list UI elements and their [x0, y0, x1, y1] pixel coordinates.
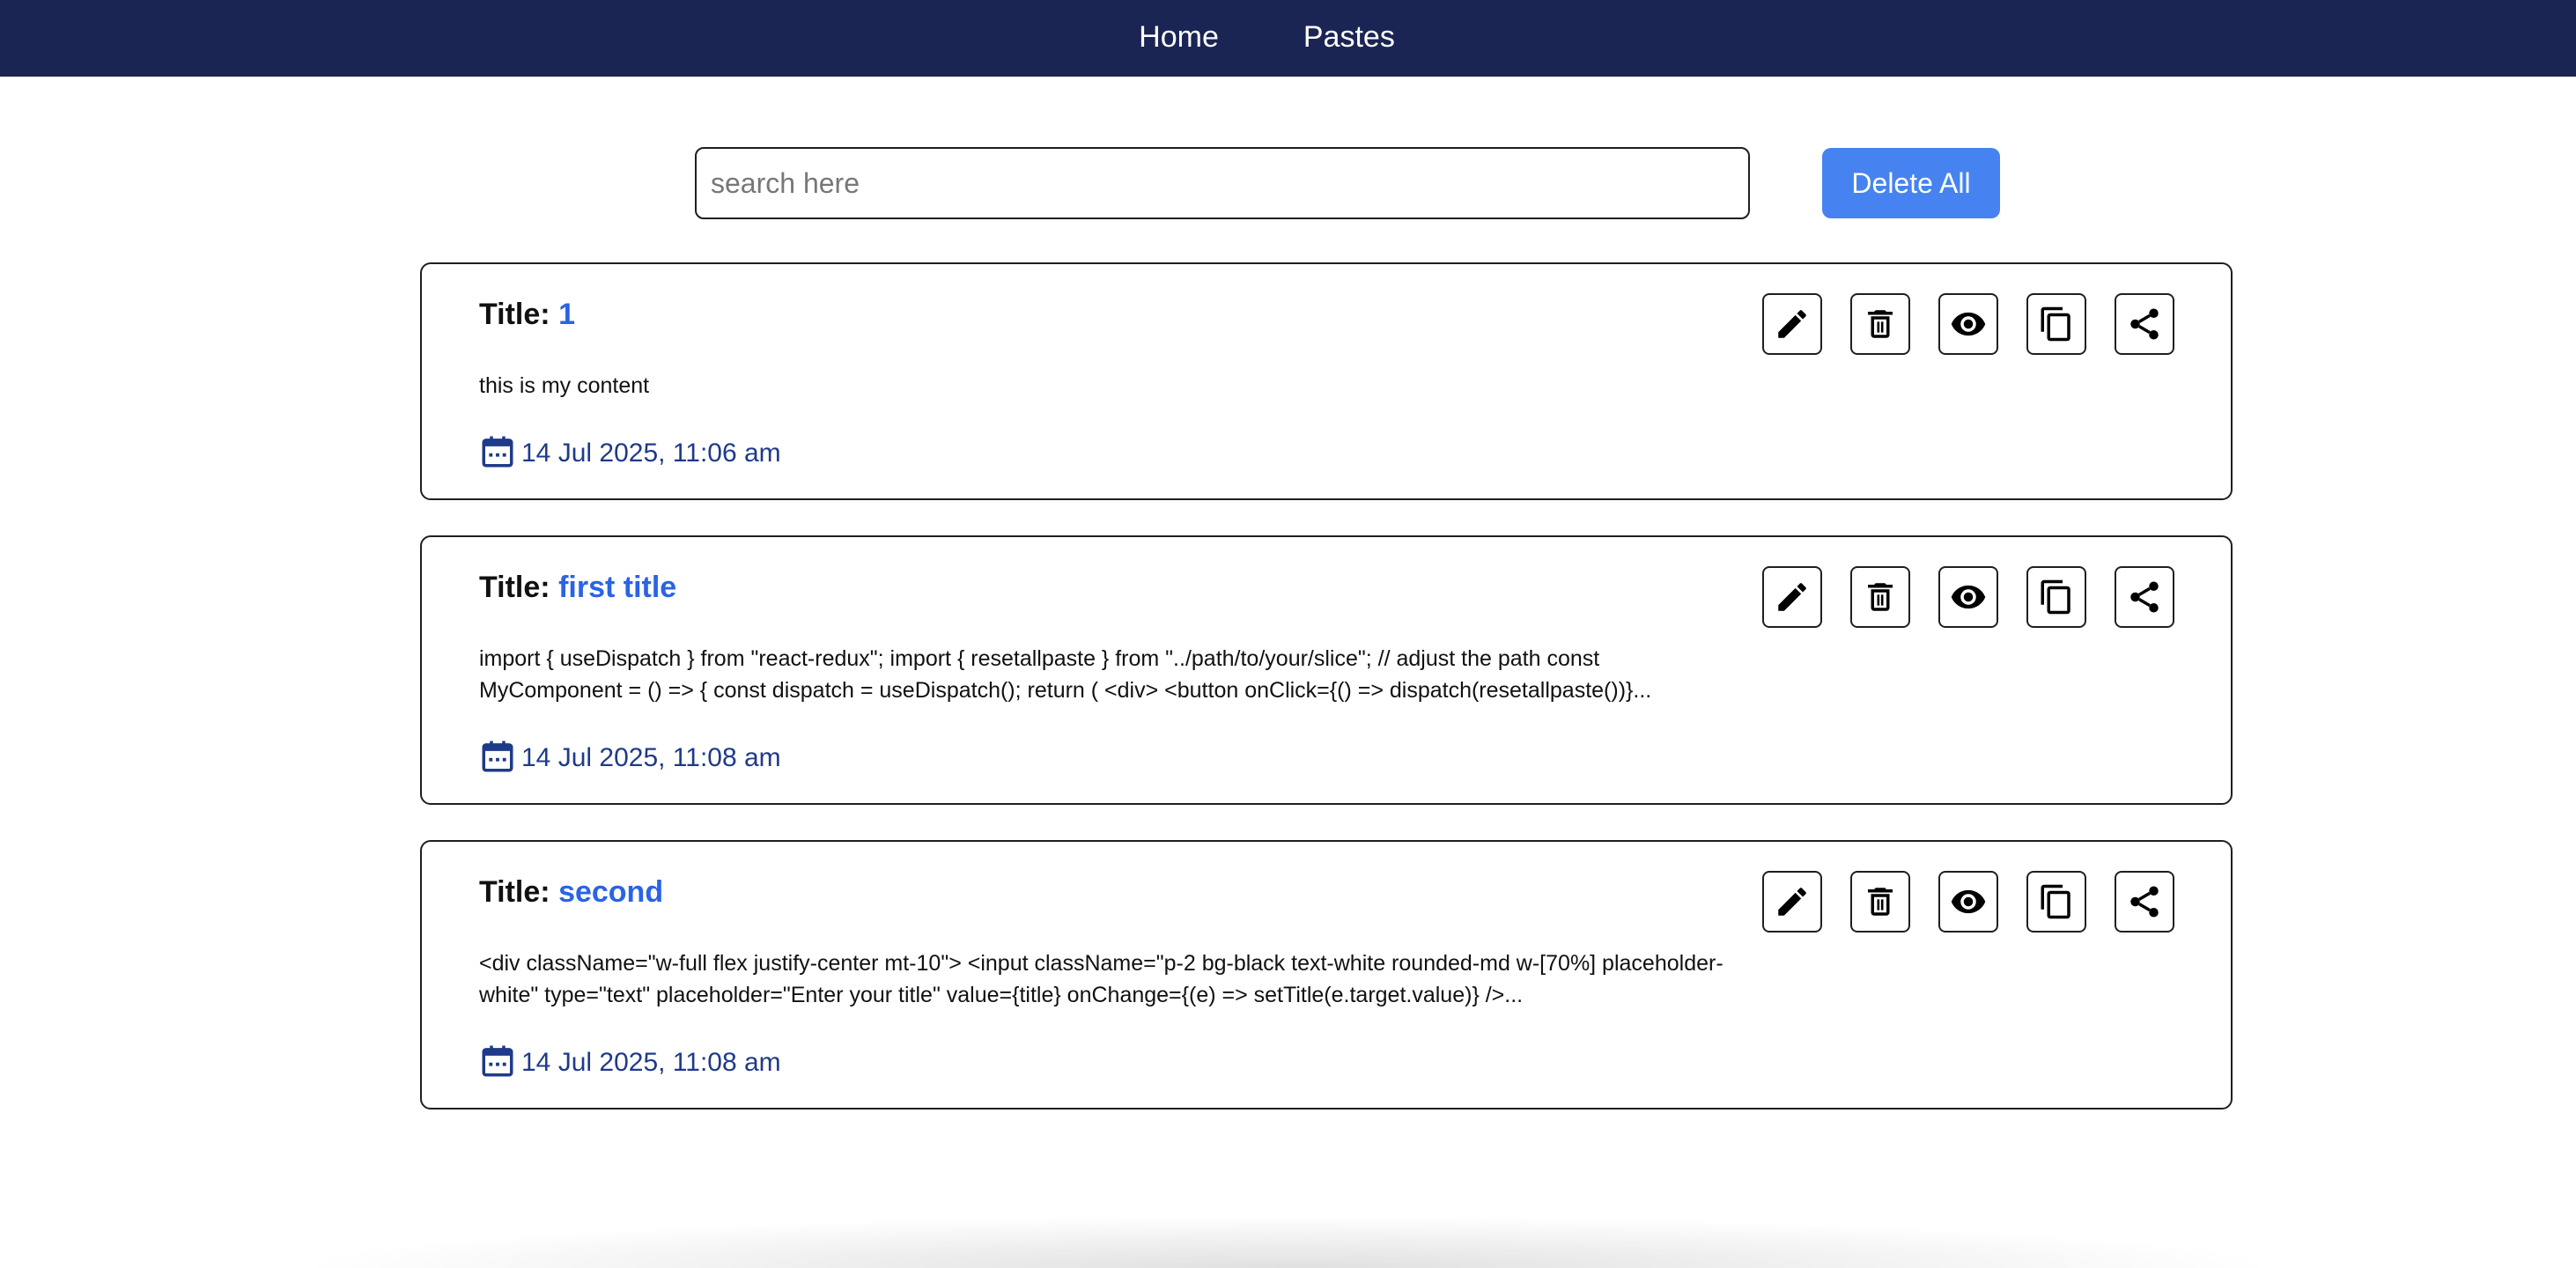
nav-home-link[interactable]: Home	[1139, 20, 1219, 55]
paste-date-text: 14 Jul 2025, 11:08 am	[521, 1048, 781, 1077]
paste-content: import { useDispatch } from "react-redux…	[479, 646, 1652, 703]
delete-button[interactable]	[1850, 566, 1910, 628]
paste-card: Title: first title import { useDispatch …	[420, 535, 2233, 805]
edit-button[interactable]	[1762, 566, 1822, 628]
paste-title-label: Title:	[479, 875, 550, 909]
search-input[interactable]	[695, 147, 1750, 219]
footer-shadow	[291, 1215, 2285, 1268]
delete-all-button[interactable]: Delete All	[1822, 148, 2000, 218]
share-button[interactable]	[2115, 566, 2174, 628]
edit-icon	[1778, 310, 1806, 338]
paste-title-value: second	[558, 875, 664, 909]
paste-date: 14 Jul 2025, 11:08 am	[479, 738, 781, 775]
paste-date: 14 Jul 2025, 11:08 am	[479, 1043, 781, 1080]
paste-title: Title: second	[479, 875, 663, 910]
view-icon	[1951, 312, 1986, 336]
paste-date: 14 Jul 2025, 11:06 am	[479, 433, 781, 470]
delete-button[interactable]	[1850, 293, 1910, 355]
share-button[interactable]	[2115, 293, 2174, 355]
copy-button[interactable]	[2026, 871, 2086, 933]
copy-icon	[2041, 579, 2070, 615]
nav-pastes-link[interactable]: Pastes	[1303, 20, 1395, 55]
paste-actions	[1762, 871, 2174, 933]
delete-icon	[1868, 310, 1893, 338]
delete-icon	[1868, 583, 1893, 611]
copy-button[interactable]	[2026, 293, 2086, 355]
paste-content: this is my content	[479, 373, 650, 398]
share-icon	[2130, 308, 2159, 340]
copy-icon	[2041, 884, 2070, 919]
view-button[interactable]	[1938, 293, 1998, 355]
paste-actions	[1762, 566, 2174, 628]
edit-icon	[1778, 583, 1806, 611]
paste-card: Title: second <div className="w-full fle…	[420, 840, 2233, 1110]
navbar: Home Pastes	[0, 0, 2576, 77]
paste-title: Title: first title	[479, 571, 676, 605]
delete-icon	[1868, 888, 1893, 916]
paste-content: <div className="w-full flex justify-cent…	[479, 951, 1723, 1007]
view-button[interactable]	[1938, 566, 1998, 628]
paste-title-value: 1	[558, 298, 575, 331]
paste-title: Title: 1	[479, 298, 575, 332]
calendar-icon	[482, 1045, 513, 1077]
copy-icon	[2041, 306, 2070, 342]
calendar-icon	[482, 741, 513, 772]
copy-button[interactable]	[2026, 566, 2086, 628]
view-button[interactable]	[1938, 871, 1998, 933]
calendar-icon	[482, 436, 513, 468]
edit-button[interactable]	[1762, 871, 1822, 933]
paste-actions	[1762, 293, 2174, 355]
paste-date-text: 14 Jul 2025, 11:06 am	[521, 439, 781, 468]
edit-icon	[1778, 888, 1806, 916]
paste-title-label: Title:	[479, 571, 550, 604]
share-button[interactable]	[2115, 871, 2174, 933]
paste-date-text: 14 Jul 2025, 11:08 am	[521, 743, 781, 772]
paste-card: Title: 1 this is my content 14 Jul 2025,…	[420, 262, 2233, 500]
delete-button[interactable]	[1850, 871, 1910, 933]
view-icon	[1951, 889, 1986, 914]
view-icon	[1951, 585, 1986, 609]
paste-title-label: Title:	[479, 298, 550, 331]
paste-title-value: first title	[558, 571, 677, 604]
share-icon	[2130, 581, 2159, 613]
share-icon	[2130, 886, 2159, 918]
edit-button[interactable]	[1762, 293, 1822, 355]
